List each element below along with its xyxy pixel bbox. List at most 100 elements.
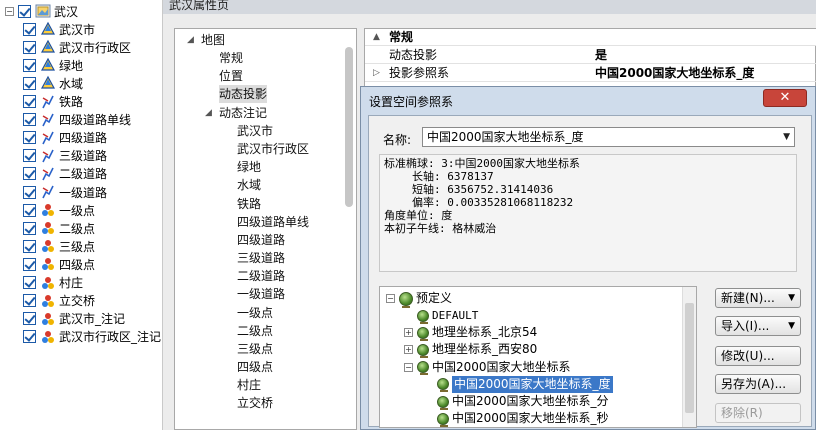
modify-button[interactable]: 修改(U)... xyxy=(715,346,801,366)
layer-item[interactable]: 一级点 xyxy=(23,201,95,219)
expand-icon[interactable]: + xyxy=(404,328,413,338)
layer-item[interactable]: 三级道路 xyxy=(23,147,107,165)
tree-item[interactable]: 四级道路单线 xyxy=(237,213,309,231)
spatial-reference-dialog: 设置空间参照系 ✕ 名称: 中国2000国家大地坐标系_度 ▼ 标准椭球: 3:… xyxy=(360,86,816,430)
new-button[interactable]: 新建(N)... ▼ xyxy=(715,288,801,308)
scrollbar-thumb[interactable] xyxy=(685,303,694,413)
layer-label: 武汉市 xyxy=(59,22,96,37)
layer-item[interactable]: 水域 xyxy=(23,74,83,92)
srs-tree-root[interactable]: − 预定义 xyxy=(386,290,452,308)
tree-item[interactable]: 立交桥 xyxy=(237,394,273,412)
tree-item[interactable]: 绿地 xyxy=(237,158,261,176)
save-as-button[interactable]: 另存为(A)... xyxy=(715,374,801,394)
tree-item[interactable]: 四级道路 xyxy=(237,231,285,249)
layer-checkbox[interactable] xyxy=(23,203,36,217)
property-tree[interactable]: ◢ 地图 常规 位置 动态投影 ◢ 动态注记 武汉市 武汉市行政区 绿地 水域 铁路 四级道路单线 四级道… xyxy=(174,28,357,430)
layer-item[interactable]: 武汉市行政区_注记 xyxy=(23,328,161,346)
collapse-triangle-icon[interactable]: ◢ xyxy=(205,108,212,118)
grid-row-projection-reference[interactable]: ▷ 投影参照系 中国2000国家大地坐标系_度 xyxy=(365,65,816,82)
srs-tree-item[interactable]: DEFAULT xyxy=(404,307,478,324)
layer-item[interactable]: 武汉市 xyxy=(23,20,95,38)
layer-item[interactable]: 铁路 xyxy=(23,93,83,111)
tree-item[interactable]: 铁路 xyxy=(237,195,261,213)
layer-checkbox[interactable] xyxy=(23,95,36,108)
expand-icon[interactable]: + xyxy=(404,345,413,355)
srs-tree-item-label: 地理坐标系_西安80 xyxy=(432,342,538,357)
layer-item[interactable]: 武汉市_注记 xyxy=(23,310,125,328)
layer-item[interactable]: 二级点 xyxy=(23,219,95,237)
tree-item[interactable]: 水域 xyxy=(237,176,261,194)
srs-tree-item[interactable]: 中国2000国家大地坐标系_度 xyxy=(424,375,613,393)
tree-item[interactable]: 武汉市行政区 xyxy=(237,140,309,158)
tree-item[interactable]: 村庄 xyxy=(237,376,261,394)
layer-item[interactable]: 一级道路 xyxy=(23,183,107,201)
grid-section-label: 常规 xyxy=(389,30,414,44)
remove-button[interactable]: 移除(R) xyxy=(715,403,801,423)
layer-checkbox[interactable] xyxy=(23,221,36,235)
layer-checkbox[interactable] xyxy=(23,149,36,163)
tree-item[interactable]: 常规 xyxy=(219,49,243,67)
layer-checkbox[interactable] xyxy=(23,312,36,326)
srs-tree-item[interactable]: +WGS1984 xyxy=(404,427,478,428)
grid-row-dynamic-projection[interactable]: 动态投影 是 xyxy=(365,47,816,64)
tree-item[interactable]: 二级点 xyxy=(237,322,273,340)
layer-checkbox[interactable] xyxy=(23,113,36,127)
layer-checkbox[interactable] xyxy=(23,257,36,271)
tree-item[interactable]: 四级点 xyxy=(237,358,273,376)
layer-item[interactable]: 立交桥 xyxy=(23,292,95,310)
layer-checkbox[interactable] xyxy=(23,239,36,253)
tree-item[interactable]: 位置 xyxy=(219,67,243,85)
layer-item[interactable]: 四级点 xyxy=(23,255,95,273)
tree-item[interactable]: 三级点 xyxy=(237,340,273,358)
layer-checkbox[interactable] xyxy=(23,131,36,145)
close-button[interactable]: ✕ xyxy=(763,89,807,107)
tree-item[interactable]: 武汉市 xyxy=(237,122,273,140)
layer-checkbox[interactable] xyxy=(23,58,36,72)
tree-item-dynamic-annotation[interactable]: 动态注记 xyxy=(219,104,267,122)
layer-checkbox[interactable] xyxy=(23,294,36,308)
import-button[interactable]: 导入(I)... ▼ xyxy=(715,316,801,336)
layer-item[interactable]: 三级点 xyxy=(23,237,95,255)
layer-checkbox[interactable] xyxy=(23,330,36,344)
layer-item[interactable]: − 武汉 xyxy=(5,2,78,20)
tree-item[interactable]: 动态投影 xyxy=(219,85,268,104)
tree-scrollbar[interactable] xyxy=(345,47,353,207)
grid-section-row[interactable]: ▲ 常规 xyxy=(365,29,816,46)
tree-item[interactable]: 一级点 xyxy=(237,304,273,322)
srs-tree-scrollbar[interactable] xyxy=(682,287,696,427)
dropdown-arrow-icon: ▼ xyxy=(788,293,795,303)
layer-item[interactable]: 村庄 xyxy=(23,274,83,292)
layer-checkbox[interactable] xyxy=(23,76,36,90)
srs-tree[interactable]: − 预定义 DEFAULT + 地理坐标系_北京54 + 地理坐标系_西安80 − 中国2000… xyxy=(379,286,697,428)
srs-tree-item[interactable]: + 地理坐标系_北京54 xyxy=(404,324,537,341)
globe-icon xyxy=(437,395,449,410)
point-layer-icon xyxy=(40,256,56,272)
layer-checkbox[interactable] xyxy=(23,22,36,36)
layer-item[interactable]: 绿地 xyxy=(23,56,83,74)
tree-item-map[interactable]: 地图 xyxy=(201,31,225,49)
layer-label: 铁路 xyxy=(59,95,84,109)
layer-checkbox[interactable] xyxy=(23,276,36,289)
collapse-icon[interactable]: − xyxy=(404,362,413,372)
layer-checkbox[interactable] xyxy=(23,40,36,54)
collapse-icon[interactable]: − xyxy=(386,294,395,303)
layer-item[interactable]: 四级道路单线 xyxy=(23,111,131,129)
collapse-icon[interactable]: − xyxy=(5,6,14,16)
srs-tree-item[interactable]: 中国2000国家大地坐标系_秒 xyxy=(424,410,609,427)
layer-item[interactable]: 四级道路 xyxy=(23,129,107,147)
layer-item[interactable]: 武汉市行政区 xyxy=(23,38,131,56)
layer-checkbox[interactable] xyxy=(18,4,31,18)
srs-tree-item[interactable]: 中国2000国家大地坐标系_分 xyxy=(424,393,609,410)
tree-item[interactable]: 二级道路 xyxy=(237,267,285,285)
tree-item[interactable]: 三级道路 xyxy=(237,249,285,267)
collapse-triangle-icon[interactable]: ▲ xyxy=(373,29,380,46)
layer-checkbox[interactable] xyxy=(23,185,36,199)
name-select[interactable]: 中国2000国家大地坐标系_度 ▼ xyxy=(422,127,795,147)
collapse-triangle-icon[interactable]: ◢ xyxy=(187,35,194,45)
expand-triangle-icon[interactable]: ▷ xyxy=(373,65,380,82)
srs-tree-item[interactable]: + 地理坐标系_西安80 xyxy=(404,341,537,358)
layer-item[interactable]: 二级道路 xyxy=(23,165,107,183)
srs-tree-item[interactable]: − 中国2000国家大地坐标系 xyxy=(404,359,571,376)
tree-item[interactable]: 一级道路 xyxy=(237,285,285,303)
layer-checkbox[interactable] xyxy=(23,167,36,181)
